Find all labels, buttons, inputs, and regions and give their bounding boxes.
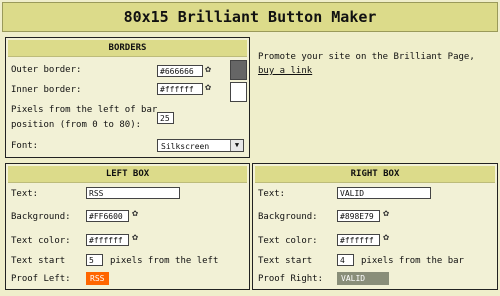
inner-border-input[interactable]: #ffffff (157, 83, 203, 95)
outer-border-swatch (230, 60, 247, 80)
font-label: Font: (11, 141, 39, 151)
color-picker-icon[interactable]: ✿ (205, 65, 215, 75)
borders-panel: BORDERS Outer border: #666666 ✿ Inner bo… (5, 37, 250, 158)
promo-text: Promote your site on the Brilliant Page,… (258, 50, 490, 78)
promo-message: Promote your site on the Brilliant Page, (258, 52, 475, 62)
font-select-value: Silkscreen (161, 142, 210, 151)
right-proof-button: VALID (337, 272, 389, 285)
left-bg-input[interactable]: #FF6600 (86, 210, 129, 222)
left-bg-label: Background: (11, 212, 71, 222)
inner-border-swatch (230, 82, 247, 102)
inner-border-label: Inner border: (11, 85, 82, 95)
left-text-label: Text: (11, 189, 39, 199)
color-picker-icon[interactable]: ✿ (205, 83, 215, 93)
chevron-down-icon[interactable]: ▼ (230, 140, 243, 151)
right-start-suffix: pixels from the bar (361, 256, 464, 266)
left-text-input[interactable]: RSS (86, 187, 180, 199)
color-picker-icon[interactable]: ✿ (383, 233, 393, 243)
right-box-header: RIGHT BOX (255, 166, 495, 183)
left-start-input[interactable]: 5 (86, 254, 103, 266)
right-text-input[interactable]: VALID (337, 187, 431, 199)
right-bg-input[interactable]: #898E79 (337, 210, 380, 222)
buy-link[interactable]: buy a link (258, 66, 312, 76)
pixels-label-line1: Pixels from the left of bar (11, 105, 158, 115)
left-proof-button: RSS (86, 272, 109, 285)
right-box-panel: RIGHT BOX Text: VALID Background: #898E7… (252, 163, 498, 290)
font-select[interactable]: Silkscreen ▼ (157, 139, 244, 152)
pixels-input[interactable]: 25 (157, 112, 174, 124)
right-start-input[interactable]: 4 (337, 254, 354, 266)
color-picker-icon[interactable]: ✿ (383, 209, 393, 219)
borders-header: BORDERS (8, 40, 247, 57)
right-bg-label: Background: (258, 212, 318, 222)
pixels-label-line2: position (from 0 to 80): (11, 120, 142, 130)
color-picker-icon[interactable]: ✿ (132, 233, 142, 243)
left-start-suffix: pixels from the left (110, 256, 219, 266)
right-start-label: Text start (258, 256, 313, 266)
color-picker-icon[interactable]: ✿ (132, 209, 142, 219)
left-start-label: Text start (11, 256, 66, 266)
outer-border-input[interactable]: #666666 (157, 65, 203, 77)
left-color-input[interactable]: #ffffff (86, 234, 129, 246)
right-text-label: Text: (258, 189, 286, 199)
left-box-header: LEFT BOX (8, 166, 247, 183)
left-box-panel: LEFT BOX Text: RSS Background: #FF6600 ✿… (5, 163, 250, 290)
outer-border-label: Outer border: (11, 65, 82, 75)
right-color-input[interactable]: #ffffff (337, 234, 380, 246)
right-proof-label: Proof Right: (258, 274, 324, 284)
right-color-label: Text color: (258, 236, 318, 246)
left-proof-label: Proof Left: (11, 274, 71, 284)
page-title: 80x15 Brilliant Button Maker (2, 2, 498, 32)
left-color-label: Text color: (11, 236, 71, 246)
